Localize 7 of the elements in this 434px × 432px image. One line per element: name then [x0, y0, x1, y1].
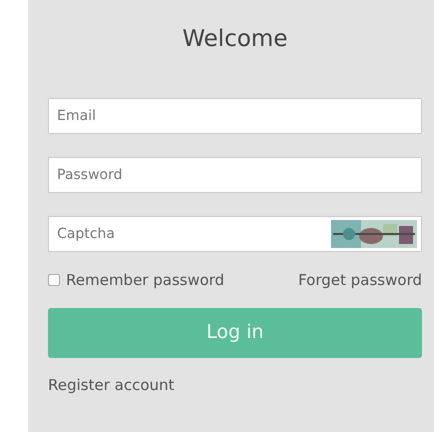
forget-password-link[interactable]: Forget password [298, 269, 422, 292]
email-field[interactable]: Email [48, 98, 422, 134]
remember-password-label[interactable]: Remember password [66, 269, 224, 292]
welcome-title: Welcome [181, 25, 289, 54]
checkbox[interactable] [48, 274, 60, 286]
password-field[interactable]: Password [48, 157, 422, 193]
register-link[interactable]: Register account [48, 374, 174, 396]
